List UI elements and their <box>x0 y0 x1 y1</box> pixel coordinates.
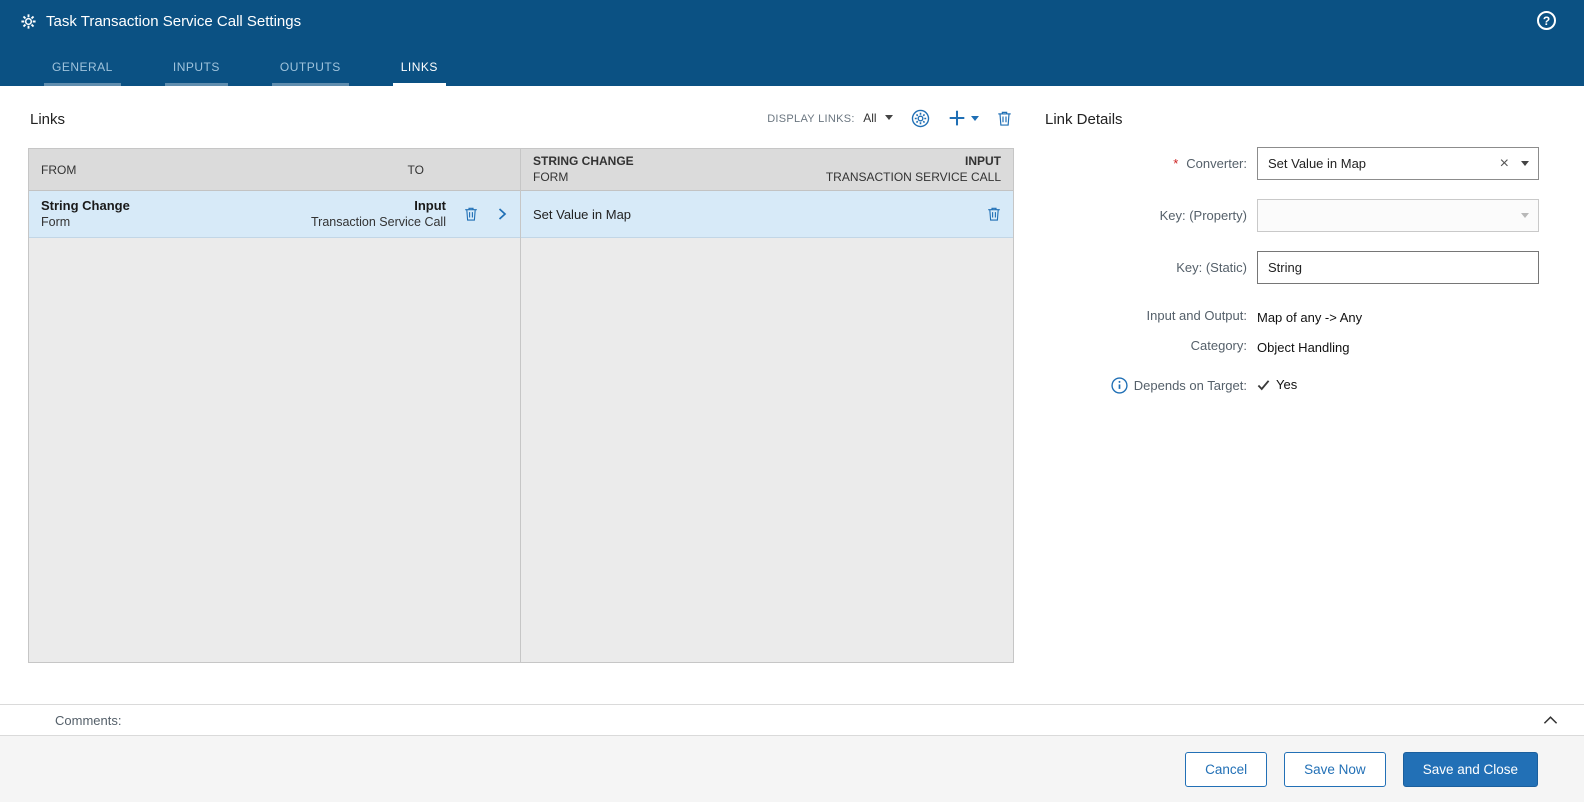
converter-header: STRING CHANGE FORM INPUT TRANSACTION SER… <box>521 149 1013 191</box>
converter-header-to-detail: TRANSACTION SERVICE CALL <box>825 169 1001 184</box>
from-to-column: FROM TO String Change Form Input Transac… <box>29 149 521 662</box>
links-section-title: Links <box>30 111 66 128</box>
converter-empty-area <box>521 238 1013 662</box>
comments-bar[interactable]: Comments: <box>0 704 1584 736</box>
category-row: Category: Object Handling <box>1045 338 1545 355</box>
window-header: Task Transaction Service Call Settings ?… <box>0 0 1584 86</box>
tab-outputs[interactable]: OUTPUTS <box>271 60 349 86</box>
required-asterisk: * <box>1173 156 1179 171</box>
save-now-button[interactable]: Save Now <box>1284 751 1386 787</box>
input-output-label: Input and Output: <box>1146 308 1247 323</box>
converter-row-label: Set Value in Map <box>533 206 632 222</box>
converter-header-from-name: STRING CHANGE <box>533 154 634 169</box>
link-from-detail: Form <box>41 215 71 230</box>
title-row: Task Transaction Service Call Settings <box>0 0 1584 30</box>
link-details-form: * Converter: Set Value in Map × Key: (Pr… <box>1045 147 1545 407</box>
converter-row[interactable]: Set Value in Map <box>521 191 1013 238</box>
category-value: Object Handling <box>1257 340 1350 355</box>
link-to-name: Input <box>414 197 446 213</box>
tab-general[interactable]: GENERAL <box>44 60 121 86</box>
delete-link-button[interactable] <box>997 110 1012 127</box>
trash-icon <box>998 111 1011 126</box>
tab-inputs[interactable]: INPUTS <box>164 60 228 86</box>
caret-down-icon[interactable] <box>1521 161 1529 166</box>
key-static-field-row: Key: (Static) <box>1045 251 1545 284</box>
input-output-row: Input and Output: Map of any -> Any <box>1045 308 1545 325</box>
caret-down-icon <box>971 115 979 121</box>
help-icon[interactable]: ? <box>1537 11 1556 30</box>
key-static-label: Key: (Static) <box>1176 260 1247 275</box>
tab-links[interactable]: LINKS <box>392 60 446 86</box>
category-label: Category: <box>1190 338 1247 353</box>
caret-down-icon <box>885 115 893 121</box>
converter-combobox[interactable]: Set Value in Map × <box>1257 147 1539 180</box>
col-header-from: FROM <box>41 162 77 177</box>
display-links-label: DISPLAY LINKS: <box>767 113 855 125</box>
footer-bar: Cancel Save Now Save and Close <box>0 736 1584 802</box>
chevron-right-icon[interactable] <box>496 207 508 221</box>
key-property-label: Key: (Property) <box>1159 208 1247 223</box>
display-links-dropdown[interactable]: DISPLAY LINKS: All <box>767 109 893 127</box>
comments-label: Comments: <box>55 712 122 728</box>
gear-icon <box>20 13 37 30</box>
check-icon <box>1257 379 1270 391</box>
converter-label: * Converter: <box>1045 156 1257 171</box>
key-property-combobox[interactable] <box>1257 199 1539 232</box>
link-to-detail: Transaction Service Call <box>310 215 446 230</box>
converter-header-from-detail: FORM <box>533 169 569 184</box>
clear-icon[interactable]: × <box>1500 155 1509 172</box>
converter-field-row: * Converter: Set Value in Map × <box>1045 147 1545 180</box>
link-details-title: Link Details <box>1045 111 1123 128</box>
depends-label: Depends on Target: <box>1133 378 1247 393</box>
trash-icon[interactable] <box>464 206 478 222</box>
links-toolbar: DISPLAY LINKS: All <box>767 104 1012 132</box>
input-output-value: Map of any -> Any <box>1257 310 1363 325</box>
auto-map-icon[interactable] <box>911 109 930 128</box>
info-icon[interactable] <box>1111 377 1128 394</box>
col-header-to: TO <box>407 162 424 177</box>
chevron-up-icon[interactable] <box>1543 715 1558 725</box>
link-from-name: String Change <box>41 197 130 213</box>
window-title: Task Transaction Service Call Settings <box>46 13 302 30</box>
converter-combobox-value: Set Value in Map <box>1268 156 1367 171</box>
help-glyph: ? <box>1542 13 1551 28</box>
caret-down-icon <box>1521 213 1529 218</box>
save-and-close-button[interactable]: Save and Close <box>1402 751 1538 787</box>
link-row[interactable]: String Change Form Input Transaction Ser… <box>29 191 520 238</box>
depends-on-target-row: Depends on Target: Yes <box>1045 377 1545 394</box>
depends-value: Yes <box>1276 377 1298 392</box>
converter-column: STRING CHANGE FORM INPUT TRANSACTION SER… <box>521 149 1013 662</box>
key-property-field-row: Key: (Property) <box>1045 199 1545 232</box>
display-links-value: All <box>863 111 877 125</box>
from-to-empty-area <box>29 238 520 662</box>
plus-icon <box>949 110 965 126</box>
converter-label-text: Converter: <box>1186 156 1247 171</box>
trash-icon[interactable] <box>987 206 1001 222</box>
cancel-button[interactable]: Cancel <box>1185 751 1268 787</box>
settings-window: Task Transaction Service Call Settings ?… <box>0 0 1584 802</box>
key-static-input[interactable] <box>1257 251 1539 284</box>
links-table: FROM TO String Change Form Input Transac… <box>28 148 1014 663</box>
from-to-header: FROM TO <box>29 149 520 191</box>
add-link-button[interactable] <box>948 109 979 127</box>
converter-header-to-name: INPUT <box>965 154 1001 169</box>
tab-bar: GENERAL INPUTS OUTPUTS LINKS <box>44 60 446 86</box>
